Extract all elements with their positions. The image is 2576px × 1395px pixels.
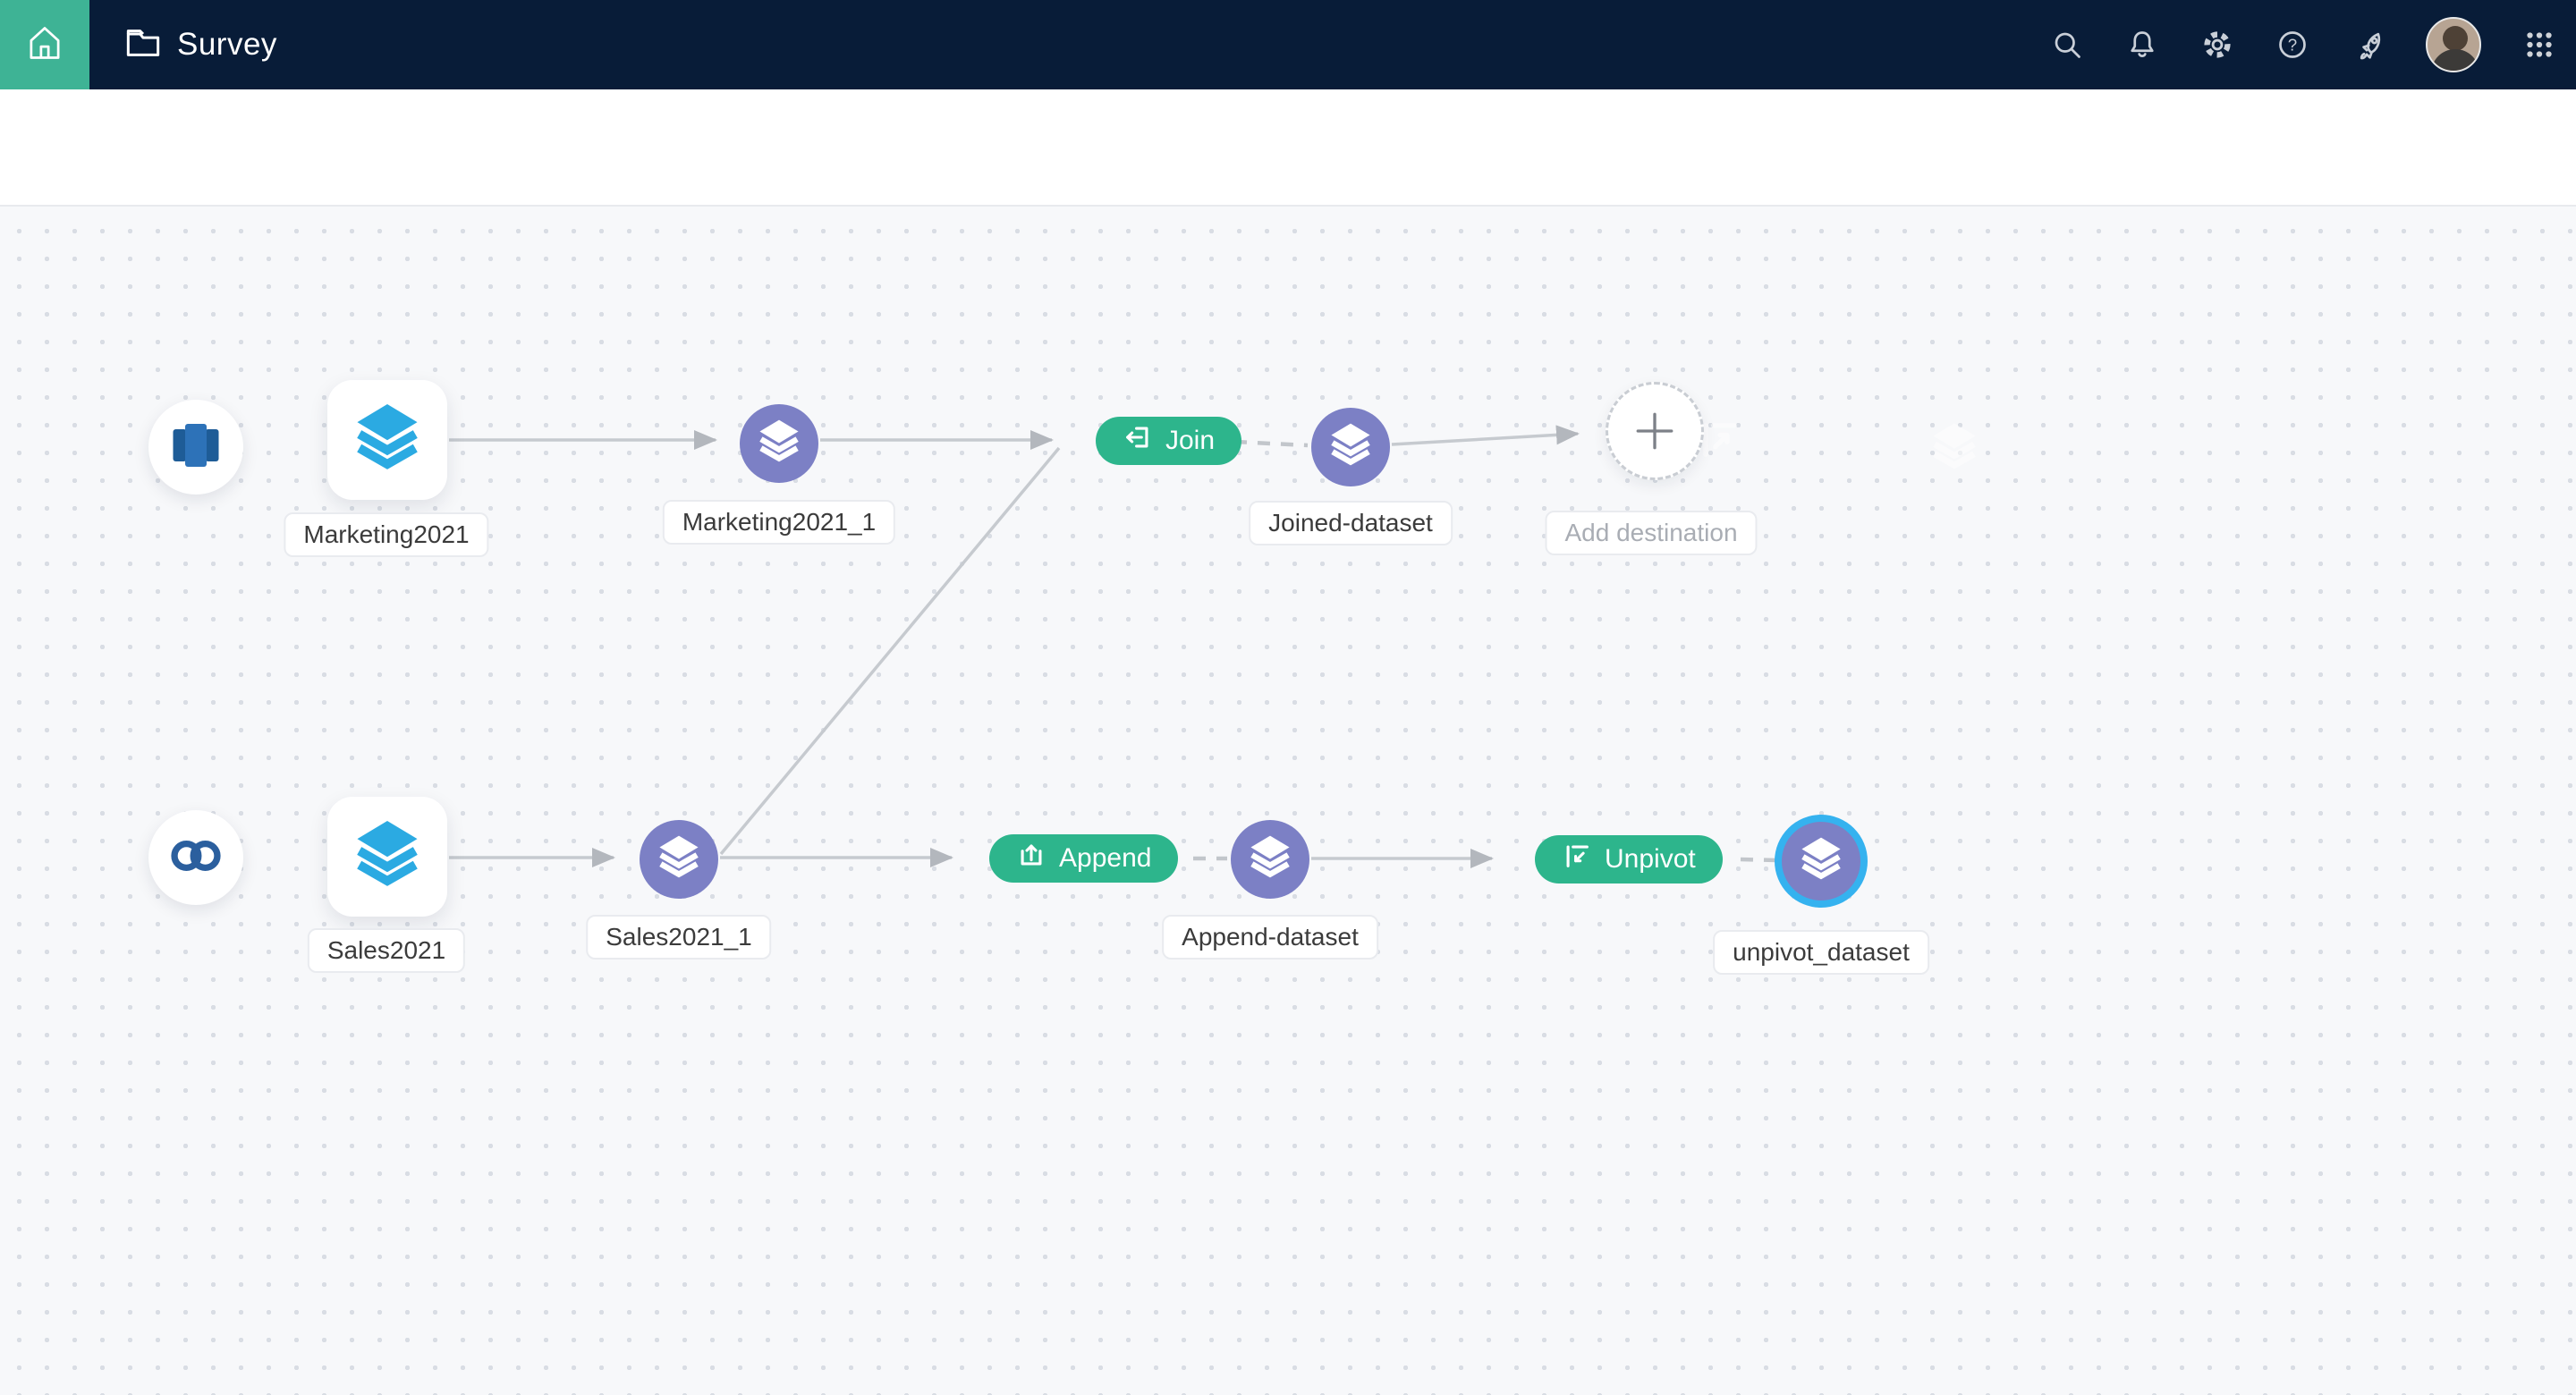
join-icon [1123,422,1153,460]
transform-node-join[interactable]: Join [1096,417,1241,465]
node-label-sales2021-1[interactable]: Sales2021_1 [586,915,771,960]
node-label-marketing2021-1[interactable]: Marketing2021_1 [663,500,895,545]
append-label: Append [1059,843,1151,874]
append-icon [1016,840,1046,877]
dataset-layers-icon [355,404,419,477]
dataset-node-unpivot-dataset[interactable] [1782,822,1860,900]
dataset-layers-icon [658,835,699,884]
unpivot-label: Unpivot [1605,844,1696,875]
dataset-layers-icon [1330,423,1371,472]
bell-icon[interactable] [2125,28,2159,62]
home-button[interactable] [0,0,89,89]
redshift-source-icon [170,418,222,477]
dataset-node-marketing2021[interactable] [327,380,447,500]
apps-grid-icon[interactable] [2522,28,2556,62]
gear-icon[interactable] [2200,28,2234,62]
dataset-node-append-dataset[interactable] [1231,820,1309,899]
dataset-ghost-icon [1932,423,1977,476]
dataset-node-unpivot-dataset-selected[interactable] [1775,815,1868,908]
node-label-unpivot-dataset[interactable]: unpivot_dataset [1713,930,1929,975]
help-icon[interactable]: ? [2275,28,2309,62]
unpivot-icon [1562,841,1592,878]
folder-icon [125,28,161,63]
node-label-append-dataset[interactable]: Append-dataset [1162,915,1378,960]
dataset-layers-icon [355,821,419,893]
dataset-layers-icon [1250,835,1291,884]
join-label: Join [1165,426,1215,456]
node-label-joined-dataset[interactable]: Joined-dataset [1249,501,1453,545]
node-label-sales2021[interactable]: Sales2021 [308,928,465,973]
node-label-marketing2021[interactable]: Marketing2021 [284,512,488,557]
node-label-add-destination[interactable]: Add destination [1545,511,1757,555]
source-node-redshift[interactable] [148,400,243,495]
workspace-title: Survey [177,27,277,63]
dataset-node-marketing2021-1[interactable] [740,404,818,483]
add-destination-button[interactable] [1606,382,1704,480]
top-navbar: Survey ? [0,0,2576,89]
user-avatar[interactable] [2426,17,2481,72]
source-node-zoho-crm[interactable] [148,810,243,905]
transform-node-unpivot[interactable]: Unpivot [1535,835,1723,884]
dataset-node-sales2021[interactable] [327,797,447,917]
dataset-layers-icon [1801,837,1842,886]
dataset-layers-icon [758,419,800,469]
dataset-node-sales2021-1[interactable] [640,820,718,899]
rocket-icon[interactable] [2351,28,2385,62]
svg-text:?: ? [2288,36,2297,55]
zoho-crm-source-icon [168,837,224,879]
pipeline-toolbar: Survey pipeline + DRAFT Last saved: 11:0… [0,89,2576,207]
home-icon [25,23,64,67]
dataset-node-joined-dataset[interactable] [1311,408,1390,486]
search-icon[interactable] [2050,28,2084,62]
pipeline-canvas[interactable]: Join Append Unpivot Marketing20 [0,208,2576,1395]
transform-node-append[interactable]: Append [989,834,1178,883]
